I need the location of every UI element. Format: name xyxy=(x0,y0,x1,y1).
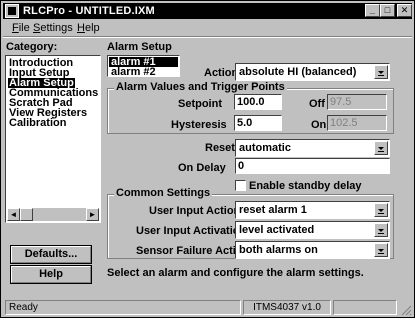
close-icon: ✕ xyxy=(400,5,409,15)
on-delay-label: On Delay xyxy=(178,162,226,174)
user-input-activation-value: level activated xyxy=(239,224,315,236)
off-readonly-field: 97.5 xyxy=(327,94,387,110)
maximize-icon: □ xyxy=(384,5,391,15)
sensor-failure-action-value: both alarms on xyxy=(239,244,318,256)
app-icon[interactable] xyxy=(5,4,19,18)
user-input-action-label: User Input Action xyxy=(149,205,241,217)
standby-delay-checkbox[interactable] xyxy=(235,180,246,191)
on-delay-input[interactable]: 0 xyxy=(235,158,390,174)
help-button[interactable]: Help xyxy=(10,265,92,284)
hysteresis-value: 5.0 xyxy=(237,117,253,129)
hint-text: Select an alarm and configure the alarm … xyxy=(107,267,364,279)
main-window: RLCPro - UNTITLED.IXM _ □ ✕ File Setting… xyxy=(0,0,415,318)
category-hscrollbar[interactable]: ◄ ► xyxy=(7,208,99,221)
reset-label: Reset xyxy=(205,142,235,154)
menu-help[interactable]: Help xyxy=(77,22,100,34)
minimize-icon: _ xyxy=(369,5,375,15)
user-input-activation-label: User Input Activation xyxy=(136,225,247,237)
chevron-down-icon[interactable] xyxy=(374,223,388,237)
setpoint-value: 100.0 xyxy=(237,96,265,108)
menu-settings[interactable]: Settings xyxy=(33,22,73,34)
menu-bar: File Settings Help xyxy=(3,20,412,36)
status-version: ITMS4037 v1.0 xyxy=(243,300,331,315)
hysteresis-label: Hysteresis xyxy=(171,119,227,131)
off-value: 97.5 xyxy=(330,96,352,108)
action-combo[interactable]: absolute HI (balanced) xyxy=(235,63,390,81)
close-button[interactable]: ✕ xyxy=(397,4,412,17)
chevron-down-icon[interactable] xyxy=(374,65,388,79)
category-listbox[interactable]: Introduction Input Setup Alarm Setup Com… xyxy=(5,55,101,223)
menu-separator xyxy=(3,36,412,38)
sensor-failure-action-combo[interactable]: both alarms on xyxy=(235,241,390,259)
sensor-failure-action-label: Sensor Failure Action xyxy=(136,245,250,257)
status-ready: Ready xyxy=(5,300,241,315)
alarm-listbox[interactable]: alarm #1 alarm #2 xyxy=(107,55,180,78)
reset-value: automatic xyxy=(239,142,291,154)
status-bar: Ready ITMS4037 v1.0 xyxy=(3,300,412,316)
status-extra xyxy=(333,300,397,315)
chevron-down-icon[interactable] xyxy=(374,243,388,257)
resize-grip-icon[interactable] xyxy=(400,304,412,316)
maximize-button[interactable]: □ xyxy=(380,4,395,17)
alarm-item-2[interactable]: alarm #2 xyxy=(109,67,178,78)
action-label: Action xyxy=(204,67,239,79)
common-settings-group-title: Common Settings xyxy=(114,187,213,199)
category-label: Category: xyxy=(6,41,58,53)
scroll-left-button[interactable]: ◄ xyxy=(7,208,20,221)
chevron-down-icon[interactable] xyxy=(374,141,388,155)
setpoint-label: Setpoint xyxy=(178,98,222,110)
alarm-values-group-title: Alarm Values and Trigger Points xyxy=(114,81,287,93)
category-item-calibration[interactable]: Calibration xyxy=(8,118,67,129)
user-input-action-combo[interactable]: reset alarm 1 xyxy=(235,201,390,219)
alarm-setup-heading: Alarm Setup xyxy=(107,41,172,53)
action-value: absolute HI (balanced) xyxy=(239,66,357,78)
reset-combo[interactable]: automatic xyxy=(235,139,390,157)
chevron-down-icon[interactable] xyxy=(374,203,388,217)
on-readonly-field: 102.5 xyxy=(327,115,387,131)
scroll-right-button[interactable]: ► xyxy=(86,208,99,221)
user-input-action-value: reset alarm 1 xyxy=(239,204,307,216)
on-value: 102.5 xyxy=(330,117,358,129)
defaults-button[interactable]: Defaults... xyxy=(10,245,92,264)
user-input-activation-combo[interactable]: level activated xyxy=(235,221,390,239)
minimize-button[interactable]: _ xyxy=(365,4,380,17)
on-label: On xyxy=(311,119,327,131)
setpoint-input[interactable]: 100.0 xyxy=(234,94,282,110)
off-label: Off xyxy=(309,98,325,110)
standby-delay-label[interactable]: Enable standby delay xyxy=(249,180,361,192)
scroll-thumb[interactable] xyxy=(20,208,33,221)
hysteresis-input[interactable]: 5.0 xyxy=(234,115,282,131)
on-delay-value: 0 xyxy=(238,160,245,172)
scroll-right-icon: ► xyxy=(88,210,97,219)
title-bar[interactable]: RLCPro - UNTITLED.IXM _ □ ✕ xyxy=(3,3,412,19)
window-title: RLCPro - UNTITLED.IXM xyxy=(23,5,155,17)
scroll-left-icon: ◄ xyxy=(9,210,18,219)
menu-file[interactable]: File xyxy=(12,22,30,34)
